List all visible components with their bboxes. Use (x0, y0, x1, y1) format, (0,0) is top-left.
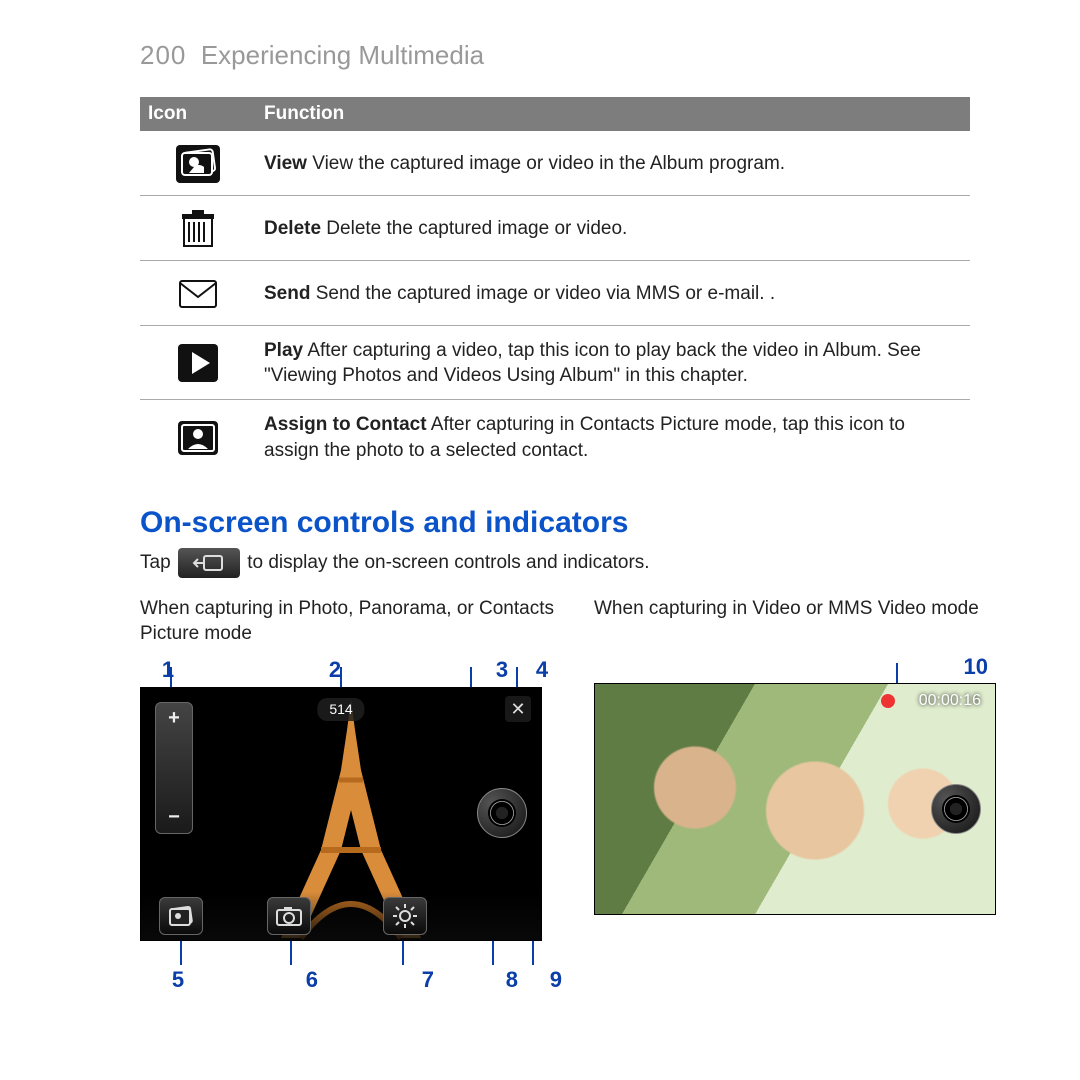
settings-gear-icon[interactable] (383, 897, 427, 935)
photo-labels-top: 1 2 3 4 (140, 655, 570, 687)
zoom-out-icon[interactable]: − (156, 804, 192, 831)
view-album-icon (174, 143, 222, 185)
record-timer: 00:00:16 (919, 690, 981, 712)
remaining-counter: 514 (317, 698, 364, 721)
video-label-top: 10 (594, 652, 996, 684)
th-icon: Icon (140, 97, 256, 131)
album-icon[interactable] (159, 897, 203, 935)
camera-mode-icon[interactable] (267, 897, 311, 935)
tap-instruction: Tap to display the on-screen controls an… (140, 548, 970, 578)
row-bold: Delete (264, 218, 321, 239)
video-caption: When capturing in Video or MMS Video mod… (594, 596, 996, 644)
record-button[interactable] (931, 784, 981, 834)
icon-function-table: Icon Function View View the captured ima… (140, 97, 970, 473)
section-title: On-screen controls and indicators (140, 503, 970, 544)
photo-mode-screenshot: + − 514 ✕ (140, 687, 542, 941)
close-icon[interactable]: ✕ (505, 696, 531, 722)
video-mode-screenshot: 00:00:16 (594, 683, 996, 915)
toggle-overlay-icon (178, 548, 240, 578)
page-header: 200 Experiencing Multimedia (140, 38, 970, 73)
shutter-button[interactable] (477, 788, 527, 838)
table-row: View View the captured image or video in… (140, 131, 970, 196)
send-icon (174, 273, 222, 315)
table-row: Assign to Contact After capturing in Con… (140, 400, 970, 474)
row-bold: View (264, 153, 307, 174)
play-icon (174, 342, 222, 384)
table-row: Delete Delete the captured image or vide… (140, 195, 970, 260)
th-function: Function (256, 97, 970, 131)
photo-labels-bottom: 5 6 7 8 9 (140, 941, 570, 995)
chapter-title: Experiencing Multimedia (201, 40, 484, 70)
page-number: 200 (140, 40, 186, 70)
delete-icon (174, 208, 222, 250)
row-bold: Send (264, 283, 310, 304)
zoom-slider[interactable]: + − (155, 702, 193, 834)
assign-contact-icon (174, 417, 222, 459)
zoom-in-icon[interactable]: + (156, 705, 192, 732)
table-row: Send Send the captured image or video vi… (140, 260, 970, 325)
table-row: Play After capturing a video, tap this i… (140, 325, 970, 399)
row-bold: Play (264, 340, 303, 361)
row-bold: Assign to Contact (264, 414, 427, 435)
record-indicator-icon (881, 694, 895, 708)
photo-caption: When capturing in Photo, Panorama, or Co… (140, 596, 570, 647)
